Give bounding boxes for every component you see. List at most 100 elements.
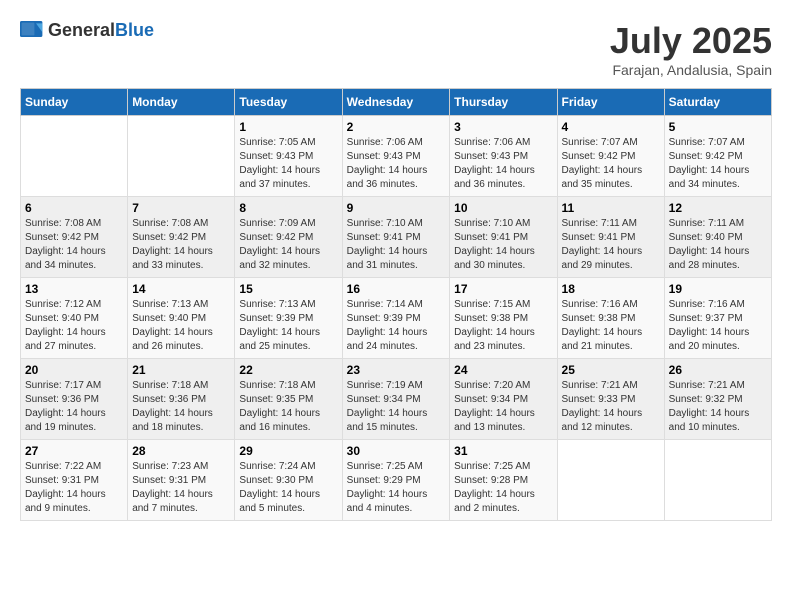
calendar-cell: 23 Sunrise: 7:19 AMSunset: 9:34 PMDayligh… [342,359,450,440]
calendar-cell [664,440,771,521]
calendar-cell [21,116,128,197]
day-detail: Sunrise: 7:19 AMSunset: 9:34 PMDaylight:… [347,379,446,435]
day-detail: Sunrise: 7:11 AMSunset: 9:41 PMDaylight:… [562,217,660,273]
day-detail: Sunrise: 7:18 AMSunset: 9:35 PMDaylight:… [239,379,337,435]
day-detail: Sunrise: 7:08 AMSunset: 9:42 PMDaylight:… [132,217,230,273]
calendar-cell: 18 Sunrise: 7:16 AMSunset: 9:38 PMDayligh… [557,278,664,359]
day-detail: Sunrise: 7:16 AMSunset: 9:37 PMDaylight:… [669,298,767,354]
day-number: 24 [454,363,552,377]
calendar-cell: 10 Sunrise: 7:10 AMSunset: 9:41 PMDayligh… [450,197,557,278]
day-detail: Sunrise: 7:06 AMSunset: 9:43 PMDaylight:… [347,136,446,192]
calendar-cell: 11 Sunrise: 7:11 AMSunset: 9:41 PMDayligh… [557,197,664,278]
day-number: 4 [562,120,660,134]
day-number: 7 [132,201,230,215]
day-detail: Sunrise: 7:22 AMSunset: 9:31 PMDaylight:… [25,460,123,516]
day-number: 28 [132,444,230,458]
calendar-cell [128,116,235,197]
day-detail: Sunrise: 7:14 AMSunset: 9:39 PMDaylight:… [347,298,446,354]
day-number: 3 [454,120,552,134]
calendar-cell: 20Sunrise: 7:17 AMSunset: 9:36 PMDayligh… [21,359,128,440]
day-detail: Sunrise: 7:09 AMSunset: 9:42 PMDaylight:… [239,217,337,273]
day-number: 22 [239,363,337,377]
day-number: 29 [239,444,337,458]
weekday-header-wednesday: Wednesday [342,89,450,116]
day-detail: Sunrise: 7:25 AMSunset: 9:29 PMDaylight:… [347,460,446,516]
weekday-header-tuesday: Tuesday [235,89,342,116]
subtitle: Farajan, Andalusia, Spain [610,62,772,78]
day-number: 12 [669,201,767,215]
day-number: 5 [669,120,767,134]
day-number: 18 [562,282,660,296]
calendar-week-row: 1Sunrise: 7:05 AMSunset: 9:43 PMDaylight… [21,116,772,197]
calendar-table: SundayMondayTuesdayWednesdayThursdayFrid… [20,88,772,521]
day-number: 9 [347,201,446,215]
calendar-cell: 14Sunrise: 7:13 AMSunset: 9:40 PMDayligh… [128,278,235,359]
day-number: 10 [454,201,552,215]
day-number: 8 [239,201,337,215]
calendar-cell: 12 Sunrise: 7:11 AMSunset: 9:40 PMDayligh… [664,197,771,278]
day-detail: Sunrise: 7:21 AMSunset: 9:33 PMDaylight:… [562,379,660,435]
weekday-header-sunday: Sunday [21,89,128,116]
calendar-cell: 13Sunrise: 7:12 AMSunset: 9:40 PMDayligh… [21,278,128,359]
calendar-week-row: 6 Sunrise: 7:08 AMSunset: 9:42 PMDaylight… [21,197,772,278]
day-number: 23 [347,363,446,377]
day-detail: Sunrise: 7:10 AMSunset: 9:41 PMDaylight:… [347,217,446,273]
logo-icon [20,21,44,41]
logo-blue: Blue [115,20,154,40]
calendar-cell [557,440,664,521]
calendar-cell: 30 Sunrise: 7:25 AMSunset: 9:29 PMDayligh… [342,440,450,521]
calendar-cell: 29Sunrise: 7:24 AMSunset: 9:30 PMDayligh… [235,440,342,521]
weekday-header-thursday: Thursday [450,89,557,116]
calendar-cell: 15 Sunrise: 7:13 AMSunset: 9:39 PMDayligh… [235,278,342,359]
day-detail: Sunrise: 7:05 AMSunset: 9:43 PMDaylight:… [239,136,337,192]
day-detail: Sunrise: 7:15 AMSunset: 9:38 PMDaylight:… [454,298,552,354]
day-detail: Sunrise: 7:23 AMSunset: 9:31 PMDaylight:… [132,460,230,516]
day-detail: Sunrise: 7:08 AMSunset: 9:42 PMDaylight:… [25,217,123,273]
day-detail: Sunrise: 7:07 AMSunset: 9:42 PMDaylight:… [562,136,660,192]
day-number: 14 [132,282,230,296]
calendar-cell: 26 Sunrise: 7:21 AMSunset: 9:32 PMDayligh… [664,359,771,440]
day-detail: Sunrise: 7:11 AMSunset: 9:40 PMDaylight:… [669,217,767,273]
calendar-cell: 3Sunrise: 7:06 AMSunset: 9:43 PMDaylight… [450,116,557,197]
logo-text: GeneralBlue [48,20,154,41]
day-number: 6 [25,201,123,215]
day-number: 21 [132,363,230,377]
calendar-cell: 24 Sunrise: 7:20 AMSunset: 9:34 PMDayligh… [450,359,557,440]
day-detail: Sunrise: 7:10 AMSunset: 9:41 PMDaylight:… [454,217,552,273]
day-number: 26 [669,363,767,377]
main-title: July 2025 [610,20,772,62]
calendar-cell: 6 Sunrise: 7:08 AMSunset: 9:42 PMDaylight… [21,197,128,278]
day-number: 31 [454,444,552,458]
weekday-header-row: SundayMondayTuesdayWednesdayThursdayFrid… [21,89,772,116]
calendar-cell: 28 Sunrise: 7:23 AMSunset: 9:31 PMDayligh… [128,440,235,521]
calendar-cell: 25 Sunrise: 7:21 AMSunset: 9:33 PMDayligh… [557,359,664,440]
calendar-week-row: 20Sunrise: 7:17 AMSunset: 9:36 PMDayligh… [21,359,772,440]
calendar-week-row: 27 Sunrise: 7:22 AMSunset: 9:31 PMDayligh… [21,440,772,521]
calendar-cell: 21 Sunrise: 7:18 AMSunset: 9:36 PMDayligh… [128,359,235,440]
calendar-cell: 31 Sunrise: 7:25 AMSunset: 9:28 PMDayligh… [450,440,557,521]
calendar-cell: 19Sunrise: 7:16 AMSunset: 9:37 PMDayligh… [664,278,771,359]
day-detail: Sunrise: 7:18 AMSunset: 9:36 PMDaylight:… [132,379,230,435]
calendar-cell: 16Sunrise: 7:14 AMSunset: 9:39 PMDayligh… [342,278,450,359]
weekday-header-monday: Monday [128,89,235,116]
day-detail: Sunrise: 7:07 AMSunset: 9:42 PMDaylight:… [669,136,767,192]
day-detail: Sunrise: 7:13 AMSunset: 9:39 PMDaylight:… [239,298,337,354]
calendar-cell: 7 Sunrise: 7:08 AMSunset: 9:42 PMDaylight… [128,197,235,278]
day-number: 11 [562,201,660,215]
calendar-cell: 1Sunrise: 7:05 AMSunset: 9:43 PMDaylight… [235,116,342,197]
day-number: 15 [239,282,337,296]
day-number: 2 [347,120,446,134]
calendar-week-row: 13Sunrise: 7:12 AMSunset: 9:40 PMDayligh… [21,278,772,359]
day-detail: Sunrise: 7:25 AMSunset: 9:28 PMDaylight:… [454,460,552,516]
calendar-cell: 27 Sunrise: 7:22 AMSunset: 9:31 PMDayligh… [21,440,128,521]
day-number: 30 [347,444,446,458]
day-detail: Sunrise: 7:20 AMSunset: 9:34 PMDaylight:… [454,379,552,435]
weekday-header-saturday: Saturday [664,89,771,116]
day-number: 27 [25,444,123,458]
calendar-cell: 17Sunrise: 7:15 AMSunset: 9:38 PMDayligh… [450,278,557,359]
calendar-cell: 2 Sunrise: 7:06 AMSunset: 9:43 PMDaylight… [342,116,450,197]
day-detail: Sunrise: 7:16 AMSunset: 9:38 PMDaylight:… [562,298,660,354]
day-detail: Sunrise: 7:17 AMSunset: 9:36 PMDaylight:… [25,379,123,435]
day-detail: Sunrise: 7:21 AMSunset: 9:32 PMDaylight:… [669,379,767,435]
day-number: 25 [562,363,660,377]
